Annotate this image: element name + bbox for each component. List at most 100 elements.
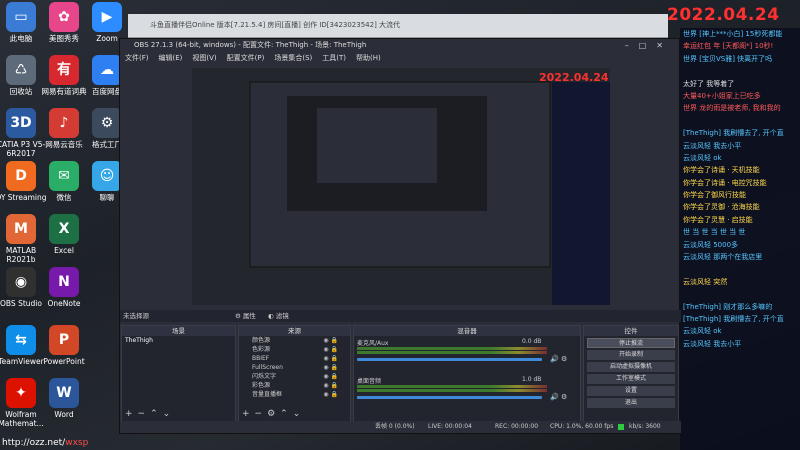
live-timer: LIVE: 00:00:04	[428, 423, 472, 430]
watermark: http://ozz.net/wxsp	[2, 438, 88, 448]
menu-item[interactable]: 配置文件(P)	[227, 52, 265, 65]
remove-icon[interactable]: −	[138, 409, 146, 419]
source-item[interactable]: 彩色源 ◉ 🔒	[239, 381, 350, 390]
app-icon: ⚙	[92, 108, 122, 138]
move-up-icon[interactable]: ⌃	[150, 409, 158, 419]
control-button[interactable]: 设置	[587, 386, 675, 396]
control-button[interactable]: 启动虚拟摄像机	[587, 362, 675, 372]
volume-meter	[357, 385, 547, 388]
visibility-lock-icon[interactable]: ◉ 🔒	[323, 354, 338, 363]
app-icon: M	[6, 214, 36, 244]
menu-item[interactable]: 编辑(E)	[159, 52, 183, 65]
volume-slider[interactable]	[357, 396, 542, 399]
source-item[interactable]: 闪烁文字 ◉ 🔒	[239, 372, 350, 381]
window-controls[interactable]: –□✕	[625, 39, 673, 52]
visibility-lock-icon[interactable]: ◉ 🔒	[323, 363, 338, 372]
sources-toolbar: + − ⚙ ⌃ ⌄	[242, 409, 300, 419]
chat-message: 你学会了御风行技能	[683, 191, 746, 200]
date-overlay: 2022.04.24	[667, 5, 780, 25]
visibility-lock-icon[interactable]: ◉ 🔒	[323, 381, 338, 390]
desktop-icon[interactable]: ▶ Zoom	[81, 2, 133, 43]
gear-icon[interactable]: ⚙	[267, 409, 275, 419]
chat-message: 世界 [宝贝VS雅] 快离开了吗	[683, 54, 773, 63]
obs-preview[interactable]: 2022.04.24	[192, 68, 610, 305]
controls-dock-title: 控件	[584, 326, 678, 336]
chat-message	[680, 65, 800, 77]
control-button[interactable]: 开始录制	[587, 350, 675, 360]
app-icon: X	[49, 214, 79, 244]
source-label: 闪烁文字	[252, 373, 277, 380]
desktop-icon[interactable]: N OneNote	[38, 267, 90, 308]
move-down-icon[interactable]: ⌄	[163, 409, 171, 419]
chat-message: 幸运红包 年 [天都阁*] 10秒!	[683, 42, 774, 51]
add-icon[interactable]: +	[125, 409, 133, 419]
desktop-icon[interactable]: P PowerPoint	[38, 325, 90, 366]
menu-item[interactable]: 文件(F)	[125, 52, 149, 65]
chat-message: [TheThigh] 刚才那么多嘛的	[683, 302, 773, 311]
menu-item[interactable]: 场景集合(S)	[274, 52, 312, 65]
source-label: 颜色源	[252, 337, 271, 344]
desktop-icon[interactable]: X Excel	[38, 214, 90, 255]
mixer-channel: 麦克风/Aux 0.0 dB 🔊 ⚙	[354, 338, 580, 368]
mixer-dock-title: 混音器	[354, 326, 580, 336]
desktop-icon-label: OneNote	[47, 299, 81, 308]
channel-db: 1.0 dB	[522, 376, 542, 383]
menu-item[interactable]: 工具(T)	[322, 52, 346, 65]
source-label: 音量直播框	[252, 391, 283, 398]
background-window-title: 斗鱼直播伴侣Online 版本[7.21.5.4] 房间[直播] 创作 ID[3…	[150, 21, 401, 29]
chat-message	[680, 288, 800, 300]
obs-titlebar[interactable]: OBS 27.1.3 (64-bit, windows) - 配置文件: The…	[120, 39, 679, 52]
visibility-lock-icon[interactable]: ◉ 🔒	[323, 345, 338, 354]
move-down-icon[interactable]: ⌄	[293, 409, 301, 419]
obs-window[interactable]: OBS 27.1.3 (64-bit, windows) - 配置文件: The…	[119, 38, 681, 434]
control-button[interactable]: 工作室模式	[587, 374, 675, 384]
filters-button[interactable]: ◐ 滤镜	[268, 310, 289, 322]
desktop-icon[interactable]: W Word	[38, 378, 90, 419]
source-item[interactable]: FullScreen ◉ 🔒	[239, 363, 350, 372]
background-window[interactable]: 斗鱼直播伴侣Online 版本[7.21.5.4] 房间[直播] 创作 ID[3…	[128, 14, 668, 38]
control-button[interactable]: 停止推流	[587, 338, 675, 348]
app-icon: ♪	[49, 108, 79, 138]
scenes-dock-title: 场景	[122, 326, 235, 336]
app-icon: ▭	[6, 2, 36, 32]
app-icon: ⇆	[6, 325, 36, 355]
chat-message	[680, 263, 800, 275]
speaker-gear-icon[interactable]: 🔊 ⚙	[550, 393, 567, 401]
speaker-gear-icon[interactable]: 🔊 ⚙	[550, 355, 567, 363]
source-item[interactable]: 颜色源 ◉ 🔒	[239, 336, 350, 345]
chat-message: 你学会了灵御 · 沧海技能	[683, 203, 760, 212]
control-button[interactable]: 退出	[587, 398, 675, 408]
no-source-label: 未选择源	[123, 312, 149, 320]
volume-meter	[357, 351, 547, 354]
chat-message	[680, 115, 800, 127]
mixer-channel: 桌面音频 1.0 dB 🔊 ⚙	[354, 376, 580, 406]
dropped-frames: 丢帧 0 (0.0%)	[375, 423, 415, 430]
source-item[interactable]: 音量直播框 ◉ 🔒	[239, 390, 350, 399]
chat-message: 世 当 世 当 世 当 世	[683, 228, 746, 237]
add-icon[interactable]: +	[242, 409, 250, 419]
visibility-lock-icon[interactable]: ◉ 🔒	[323, 390, 338, 399]
chat-message: 云淡风轻 突然	[683, 277, 728, 286]
source-item[interactable]: BBIEF ◉ 🔒	[239, 354, 350, 363]
remove-icon[interactable]: −	[255, 409, 263, 419]
source-item[interactable]: 色彩源 ◉ 🔒	[239, 345, 350, 354]
sources-list: 颜色源 ◉ 🔒 色彩源 ◉ 🔒 BBIEF ◉ 🔒 FullScreen ◉ 🔒 闪烁文字 ◉ 🔒…	[239, 336, 350, 399]
chat-message: [TheThigh] 我刷懵去了, 开个直	[683, 129, 784, 138]
chat-message: 云淡风轻 5000多	[683, 240, 739, 249]
source-label: BBIEF	[252, 355, 270, 362]
chat-message: 云淡风轻 ok	[683, 327, 722, 336]
volume-slider[interactable]	[357, 358, 542, 361]
menu-item[interactable]: 视图(V)	[192, 52, 216, 65]
app-icon: ✿	[49, 2, 79, 32]
chat-message: 世界 龙的雨是被老师, 我和我的	[683, 104, 781, 113]
properties-button[interactable]: ⚙ 属性	[235, 310, 256, 322]
move-up-icon[interactable]: ⌃	[280, 409, 288, 419]
stream-status-square-icon	[618, 424, 624, 430]
scene-item[interactable]: TheThigh	[122, 336, 235, 345]
visibility-lock-icon[interactable]: ◉ 🔒	[323, 336, 338, 345]
visibility-lock-icon[interactable]: ◉ 🔒	[323, 372, 338, 381]
app-icon: W	[49, 378, 79, 408]
app-icon: N	[49, 267, 79, 297]
menu-item[interactable]: 帮助(H)	[356, 52, 381, 65]
scenes-list: TheThigh	[122, 336, 235, 345]
